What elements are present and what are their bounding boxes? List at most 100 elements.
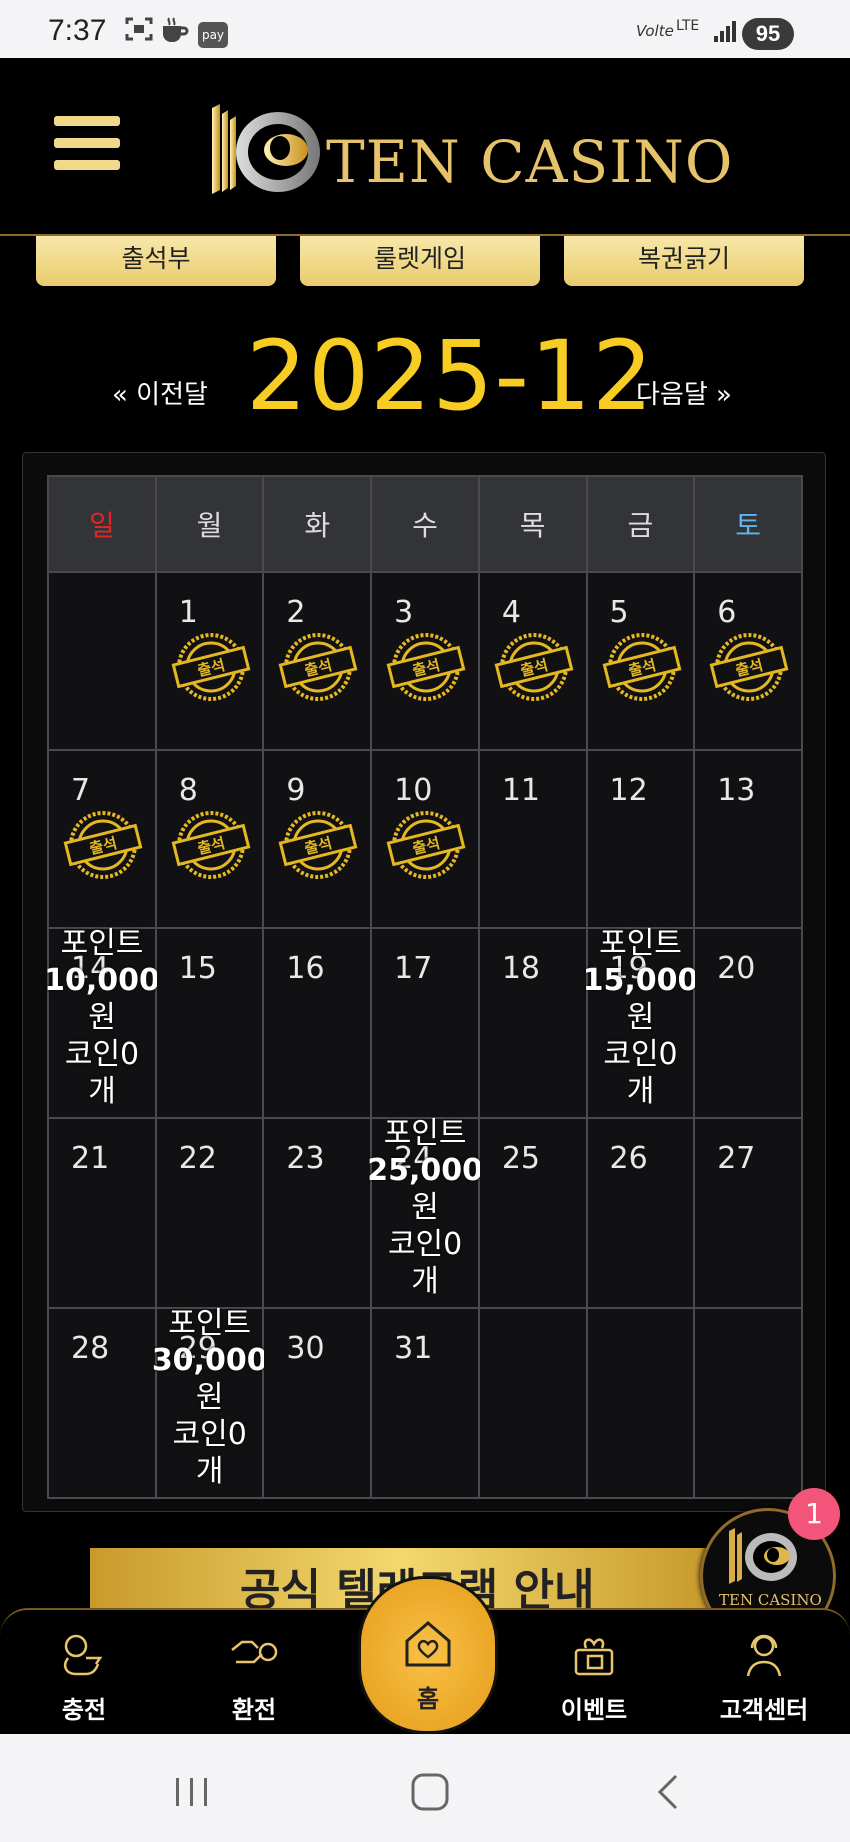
nav-home-label: 홈 (416, 1685, 440, 1713)
next-month-link[interactable]: 다음달 » (636, 374, 732, 411)
day-number: 18 (501, 951, 540, 986)
day-number: 12 (609, 773, 648, 808)
nav-event[interactable]: 이벤트 (534, 1628, 654, 1728)
home-system-icon[interactable] (400, 1772, 460, 1812)
day-number: 2 (286, 595, 306, 630)
tab-attendance[interactable]: 출석부 (36, 236, 276, 286)
calendar-day-cell[interactable]: 2 출석 (262, 571, 373, 751)
weekday-sun: 일 (47, 475, 157, 573)
calendar-day-cell[interactable]: 19 포인트 15,000 원 코인0 개 (583, 926, 698, 1119)
system-navigation-bar (0, 1734, 850, 1842)
calendar-day-cell[interactable]: 15 (154, 927, 265, 1119)
reward-label: 포인트 (60, 926, 144, 961)
calendar-day-cell[interactable]: 4 출석 (477, 571, 588, 751)
calendar-day-cell[interactable]: 18 (477, 927, 588, 1119)
volte-indicator: Volte (636, 22, 674, 40)
calendar-day-cell[interactable]: 7 출석 (47, 749, 157, 929)
reward-unit: 원 (626, 1000, 655, 1035)
calendar-day-cell[interactable]: 11 (477, 749, 588, 929)
weekday-sat: 토 (693, 475, 803, 573)
reward-coin-unit: 개 (88, 1074, 116, 1109)
day-number: 9 (286, 773, 306, 808)
calendar-day-cell[interactable]: 17 (370, 927, 480, 1119)
day-number: 11 (501, 773, 540, 808)
reward-label: 포인트 (599, 926, 682, 961)
calendar-day-cell[interactable]: 21 (47, 1117, 157, 1309)
support-icon (746, 1634, 782, 1677)
nav-exchange-label: 환전 (231, 1696, 277, 1724)
calendar-day-cell[interactable]: 8 출석 (154, 749, 265, 929)
day-number: 6 (717, 595, 737, 630)
attendance-calendar: 일 월 화 수 목 금 토 1 출석 2 출석 3 출석 4 출석 5 출석 6 출석 7 출석 8 출석 9 출… (22, 452, 826, 1512)
reward-info: 포인트 25,000 원 코인0 개 (360, 1115, 490, 1300)
day-number: 21 (71, 1141, 110, 1176)
calendar-day-cell[interactable]: 29 포인트 30,000 원 코인0 개 (152, 1306, 268, 1499)
tab-lottery[interactable]: 복권긁기 (564, 236, 804, 286)
attendance-stamp-icon: 출석 (171, 811, 251, 879)
calendar-day-cell[interactable]: 16 (262, 927, 373, 1119)
day-number: 31 (394, 1331, 433, 1366)
lte-indicator: LTE (676, 18, 700, 34)
nav-charge[interactable]: 충전 (24, 1628, 144, 1728)
recent-apps-icon[interactable] (162, 1772, 222, 1812)
feature-tabs: 출석부 룰렛게임 복권긁기 (36, 236, 806, 288)
site-logo[interactable]: TEN CASINO (208, 98, 732, 208)
calendar-day-cell[interactable]: 10 출석 (370, 749, 480, 929)
calendar-day-cell[interactable]: 13 (693, 749, 803, 929)
site-header: TEN CASINO (0, 58, 850, 236)
day-number: 7 (71, 773, 91, 808)
attendance-stamp-icon: 출석 (63, 811, 143, 879)
calendar-day-cell[interactable]: 22 (154, 1117, 265, 1309)
calendar-day-cell[interactable]: 20 (693, 927, 803, 1119)
day-number: 4 (501, 595, 521, 630)
pay-icon: pay (198, 22, 228, 48)
screenshot-icon (124, 16, 154, 48)
calendar-day-cell[interactable]: 12 (585, 749, 696, 929)
calendar-day-cell[interactable]: 5 출석 (585, 571, 696, 751)
calendar-day-cell[interactable]: 28 (47, 1307, 157, 1499)
attendance-stamp-icon: 출석 (171, 633, 251, 701)
tab-roulette[interactable]: 룰렛게임 (300, 236, 540, 286)
nav-exchange[interactable]: 환전 (194, 1628, 314, 1728)
calendar-day-cell[interactable]: 31 (370, 1307, 480, 1499)
reward-unit: 원 (411, 1190, 439, 1225)
nav-home[interactable]: 홈 (358, 1576, 498, 1734)
charge-icon (64, 1634, 103, 1676)
menu-icon[interactable] (54, 116, 120, 174)
attendance-stamp-icon: 출석 (278, 811, 358, 879)
calendar-day-cell[interactable]: 26 (585, 1117, 696, 1309)
gift-icon (574, 1638, 614, 1676)
nav-support-label: 고객센터 (719, 1696, 809, 1724)
reward-coin: 코인0 (64, 1037, 140, 1072)
attendance-stamp-icon: 출석 (278, 633, 358, 701)
calendar-day-cell[interactable]: 9 출석 (262, 749, 373, 929)
day-number: 5 (609, 595, 629, 630)
back-icon[interactable] (640, 1772, 700, 1812)
calendar-day-cell[interactable]: 1 출석 (154, 571, 265, 751)
nav-event-label: 이벤트 (560, 1696, 628, 1724)
calendar-day-cell[interactable]: 30 (262, 1307, 373, 1499)
day-number: 3 (394, 595, 414, 630)
calendar-week-row: 1 출석 2 출석 3 출석 4 출석 5 출석 6 출석 (47, 571, 803, 751)
day-number: 26 (609, 1141, 648, 1176)
nav-support[interactable]: 고객센터 (704, 1628, 824, 1728)
calendar-day-cell[interactable]: 24 포인트 25,000 원 코인0 개 (367, 1116, 483, 1309)
calendar-day-cell[interactable]: 25 (477, 1117, 588, 1309)
calendar-day-cell[interactable]: 14 포인트 10,000 원 코인0 개 (44, 926, 160, 1119)
calendar-day-cell[interactable]: 23 (262, 1117, 373, 1309)
attendance-stamp-icon: 출석 (602, 633, 681, 701)
floating-logo-text: TEN CASINO (719, 1591, 822, 1609)
day-number: 1 (178, 595, 198, 630)
reward-coin: 코인0 (172, 1417, 247, 1452)
calendar-day-cell[interactable]: 3 출석 (370, 571, 480, 751)
prev-month-link[interactable]: « 이전달 (112, 374, 208, 411)
calendar-day-cell[interactable]: 6 출석 (693, 571, 803, 751)
day-number: 28 (71, 1331, 110, 1366)
reward-amount: 10,000 (44, 963, 160, 998)
day-number: 27 (717, 1141, 756, 1176)
reward-coin-unit: 개 (195, 1454, 224, 1489)
weekday-wed: 수 (370, 475, 480, 573)
calendar-day-cell[interactable]: 27 (693, 1117, 803, 1309)
day-number: 13 (717, 773, 756, 808)
reward-coin-unit: 개 (626, 1074, 655, 1109)
